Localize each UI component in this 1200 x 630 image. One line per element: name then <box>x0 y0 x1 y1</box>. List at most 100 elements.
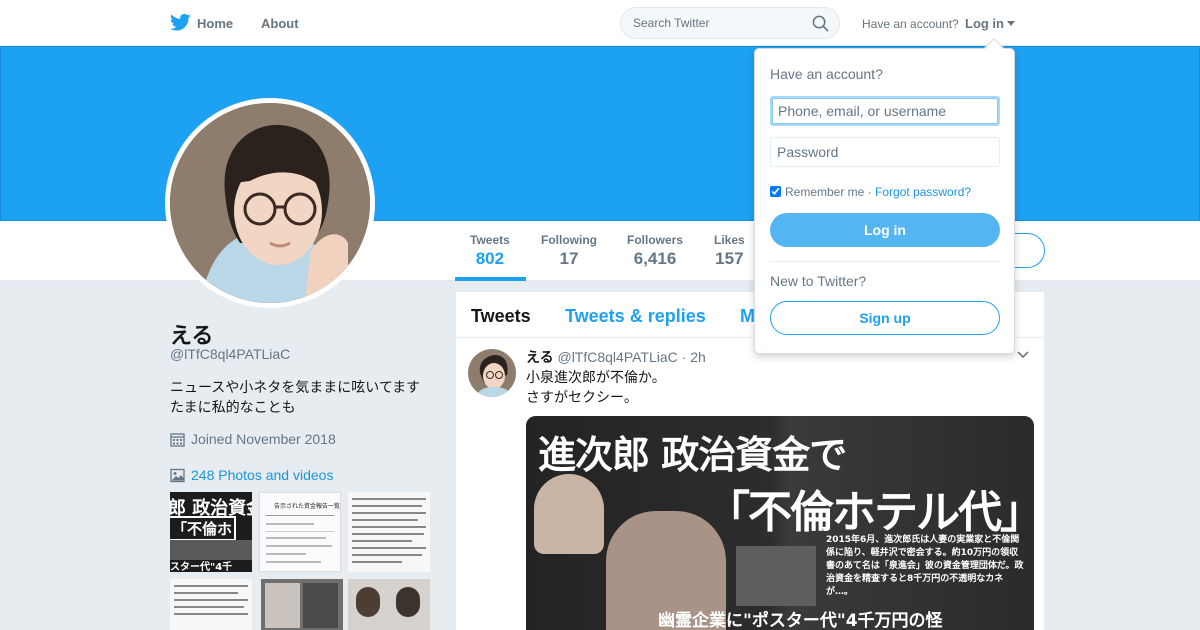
stat-followers[interactable]: Followers 6,416 <box>627 233 683 269</box>
stat-label: Followers <box>627 233 684 247</box>
stat-value: 17 <box>559 249 579 268</box>
thumb-text-line <box>352 547 426 549</box>
thumb-text-line <box>174 592 238 594</box>
search-box[interactable] <box>620 7 840 39</box>
thumb-text-line <box>352 533 424 535</box>
tab-tweets-replies[interactable]: Tweets & replies <box>565 306 706 327</box>
profile-handle[interactable]: @lTfC8ql4PATLiaC <box>170 346 290 362</box>
thumb-photo-strip <box>170 540 252 560</box>
login-menu-label: Log in <box>965 16 1004 31</box>
tweet-separator: · <box>681 349 687 365</box>
top-navigation: Home About Have an account? Log in <box>0 0 1200 46</box>
profile-avatar[interactable] <box>165 98 375 308</box>
joined-text: Joined November 2018 <box>191 431 336 447</box>
thumb-text-line <box>352 554 422 556</box>
login-menu-toggle[interactable]: Log in <box>965 16 1015 31</box>
thumb-text-line <box>174 613 248 615</box>
login-button[interactable]: Log in <box>770 213 1000 247</box>
tab-tweets[interactable]: Tweets <box>471 306 531 327</box>
tweet-line: 小泉進次郎が不倫か。 <box>526 369 666 385</box>
stat-following[interactable]: Following 17 <box>541 233 597 269</box>
stat-value: 6,416 <box>633 249 677 268</box>
media-caption: 幽霊企業に"ポスター代"4千万円の怪 <box>658 611 943 630</box>
login-dropdown: Have an account? Remember me · Forgot pa… <box>754 38 1015 354</box>
bio-line: たまに私的なことも <box>170 399 296 415</box>
thumb-text-line <box>174 585 248 587</box>
tweet-author-handle[interactable]: @lTfC8ql4PATLiaC <box>557 349 677 365</box>
media-thumbnail[interactable]: 告示された資金報告一覧 <box>259 492 341 572</box>
photo-icon <box>170 468 185 483</box>
media-thumbnail[interactable]: 郎 政治資金 「不倫ホ スター代"4千 <box>170 492 252 572</box>
remember-me-checkbox[interactable] <box>770 186 781 197</box>
dropdown-divider <box>770 261 1000 262</box>
tweet-line: さすがセクシー。 <box>526 389 638 405</box>
tweet-timestamp[interactable]: 2h <box>690 349 706 365</box>
stat-value: 157 <box>715 249 744 268</box>
bio-line: ニュースや小ネタを気ままに呟いてます <box>170 379 421 395</box>
tweet-text: 小泉進次郎が不倫か。 さすがセクシー。 <box>526 367 666 407</box>
media-thumbnail[interactable] <box>348 492 430 572</box>
thumb-text-line <box>174 599 248 601</box>
thumb-doc-line <box>266 523 314 525</box>
password-field[interactable] <box>770 137 1000 167</box>
thumb-text-line <box>174 606 244 608</box>
search-icon[interactable] <box>812 15 829 32</box>
remember-separator: · <box>864 185 876 199</box>
media-thumbnail[interactable] <box>261 579 343 630</box>
media-headline: 進次郎 政治資金で <box>538 433 847 477</box>
chevron-down-icon[interactable] <box>1017 351 1029 359</box>
remember-row: Remember me · Forgot password? <box>770 185 971 199</box>
tab-media[interactable]: M <box>740 306 755 327</box>
caret-down-icon <box>1007 21 1015 26</box>
thumb-doc-line <box>266 545 332 547</box>
tweet-author-avatar[interactable] <box>468 349 516 397</box>
profile-bio: ニュースや小ネタを気ままに呟いてます たまに私的なことも <box>170 377 440 417</box>
thumb-photo-panel <box>303 583 338 628</box>
tweet-avatar-photo <box>468 349 516 397</box>
thumb-doc-line <box>266 561 321 563</box>
thumb-doc-line <box>266 537 326 539</box>
tweet-author-name[interactable]: える <box>526 349 554 365</box>
media-thumbnail[interactable] <box>348 579 430 630</box>
login-dropdown-title: Have an account? <box>770 66 883 82</box>
calendar-icon <box>170 433 185 447</box>
twitter-bird-icon[interactable] <box>170 13 191 32</box>
media-body-text: 2015年6月、進次郎氏は人妻の実業家と不倫関係に陥り、軽井沢で密会する。約10… <box>826 535 1024 597</box>
thumb-text-line <box>352 512 426 514</box>
thumb-doc-rule <box>266 531 334 532</box>
stat-label: Likes <box>714 233 745 247</box>
remember-me-label[interactable]: Remember me <box>785 185 864 199</box>
nav-about-link[interactable]: About <box>261 16 299 31</box>
tweet-header: える @lTfC8ql4PATLiaC · 2h <box>526 347 706 367</box>
stat-likes[interactable]: Likes 157 <box>714 233 745 269</box>
joined-date: Joined November 2018 <box>170 431 336 447</box>
thumb-text-line <box>352 526 426 528</box>
thumb-doc-rule <box>266 515 334 516</box>
thumb-photo-person <box>356 587 380 617</box>
forgot-password-link[interactable]: Forgot password? <box>875 185 971 199</box>
tweet-media-image[interactable]: 進次郎 政治資金で 「不倫ホテル代」 2015年6月、進次郎氏は人妻の実業家と不… <box>526 416 1034 630</box>
thumb-text-line <box>352 561 402 563</box>
thumb-photo-panel <box>265 583 300 628</box>
stat-label: Following <box>541 233 597 247</box>
thumb-text-line <box>352 540 412 542</box>
photos-videos-label: 248 Photos and videos <box>191 467 334 483</box>
media-photo-woman <box>534 474 604 554</box>
stat-tweets[interactable]: Tweets 802 <box>470 233 510 269</box>
media-thumbnail[interactable] <box>170 579 252 630</box>
thumb-text-line <box>352 498 426 500</box>
thumb-caption: スター代"4千 <box>170 562 233 572</box>
photos-videos-link[interactable]: 248 Photos and videos <box>170 467 333 483</box>
thumb-doc-line <box>266 553 306 555</box>
thumb-photo-person <box>396 587 420 617</box>
thumb-headline-2: 「不倫ホ <box>170 516 237 541</box>
stat-value: 802 <box>475 249 505 268</box>
search-input[interactable] <box>633 16 808 30</box>
username-field[interactable] <box>770 96 1000 126</box>
new-to-twitter-text: New to Twitter? <box>770 273 867 289</box>
nav-home-link[interactable]: Home <box>197 16 233 31</box>
media-photo-receipt <box>736 546 816 606</box>
active-stat-indicator <box>455 277 526 281</box>
signup-button[interactable]: Sign up <box>770 301 1000 335</box>
avatar-photo <box>170 103 370 303</box>
